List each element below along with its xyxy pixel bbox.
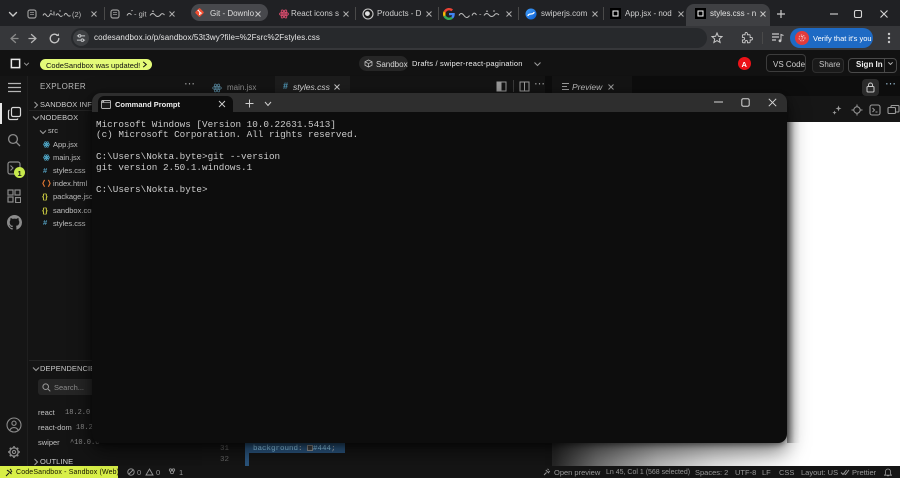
svg-text:?: ? (801, 36, 804, 42)
svg-text:(2): (2) (72, 10, 82, 19)
svg-text:-: - (479, 10, 482, 19)
svg-text:- git: - git (134, 10, 147, 19)
